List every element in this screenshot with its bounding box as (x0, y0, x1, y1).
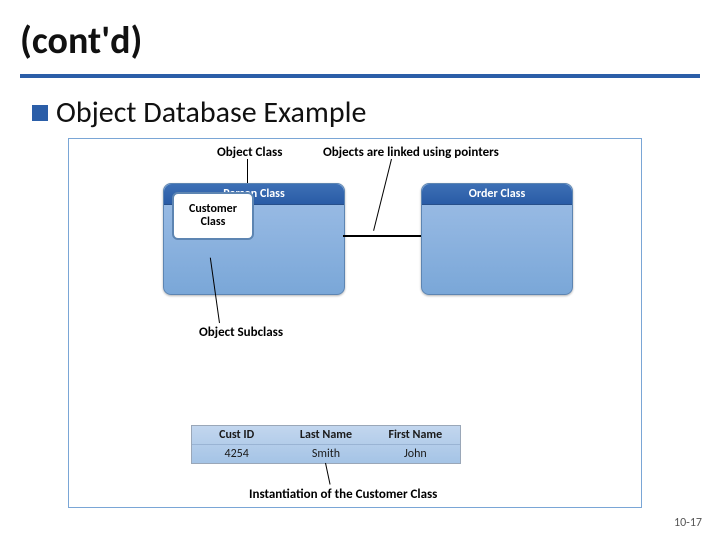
page-number: 10-17 (674, 516, 702, 530)
bullet-row: Object Database Example (32, 94, 366, 131)
th-firstname: First Name (371, 428, 460, 442)
leader-instantiation (325, 463, 331, 485)
td-custid: 4254 (192, 447, 281, 461)
leader-object-class (247, 159, 248, 185)
title-rule (20, 74, 700, 78)
table-data-row: 4254 Smith John (192, 445, 460, 463)
order-class-panel: Order Class (421, 183, 573, 295)
person-class-body: Customer Class (164, 205, 344, 295)
diagram-frame: Object Class Objects are linked using po… (68, 138, 642, 508)
pointer-connector (343, 235, 421, 237)
th-custid: Cust ID (192, 428, 281, 442)
label-object-class: Object Class (217, 145, 282, 160)
label-instantiation: Instantiation of the Customer Class (249, 487, 437, 502)
table-header-row: Cust ID Last Name First Name (192, 426, 460, 445)
square-bullet-icon (32, 105, 48, 121)
label-subclass: Object Subclass (199, 325, 283, 340)
th-lastname: Last Name (281, 428, 370, 442)
label-pointers: Objects are linked using pointers (323, 145, 499, 160)
td-firstname: John (371, 447, 460, 461)
td-lastname: Smith (281, 447, 370, 461)
person-class-panel: Person Class Customer Class (163, 183, 345, 295)
bullet-text: Object Database Example (56, 94, 366, 131)
instantiation-table: Cust ID Last Name First Name 4254 Smith … (191, 425, 461, 464)
order-class-header: Order Class (422, 184, 572, 205)
slide-title: (cont'd) (20, 18, 142, 64)
customer-subclass-box: Customer Class (172, 192, 254, 240)
slide-root: (cont'd) Object Database Example Object … (0, 0, 720, 540)
leader-pointers (373, 159, 392, 231)
order-class-body (422, 205, 572, 295)
